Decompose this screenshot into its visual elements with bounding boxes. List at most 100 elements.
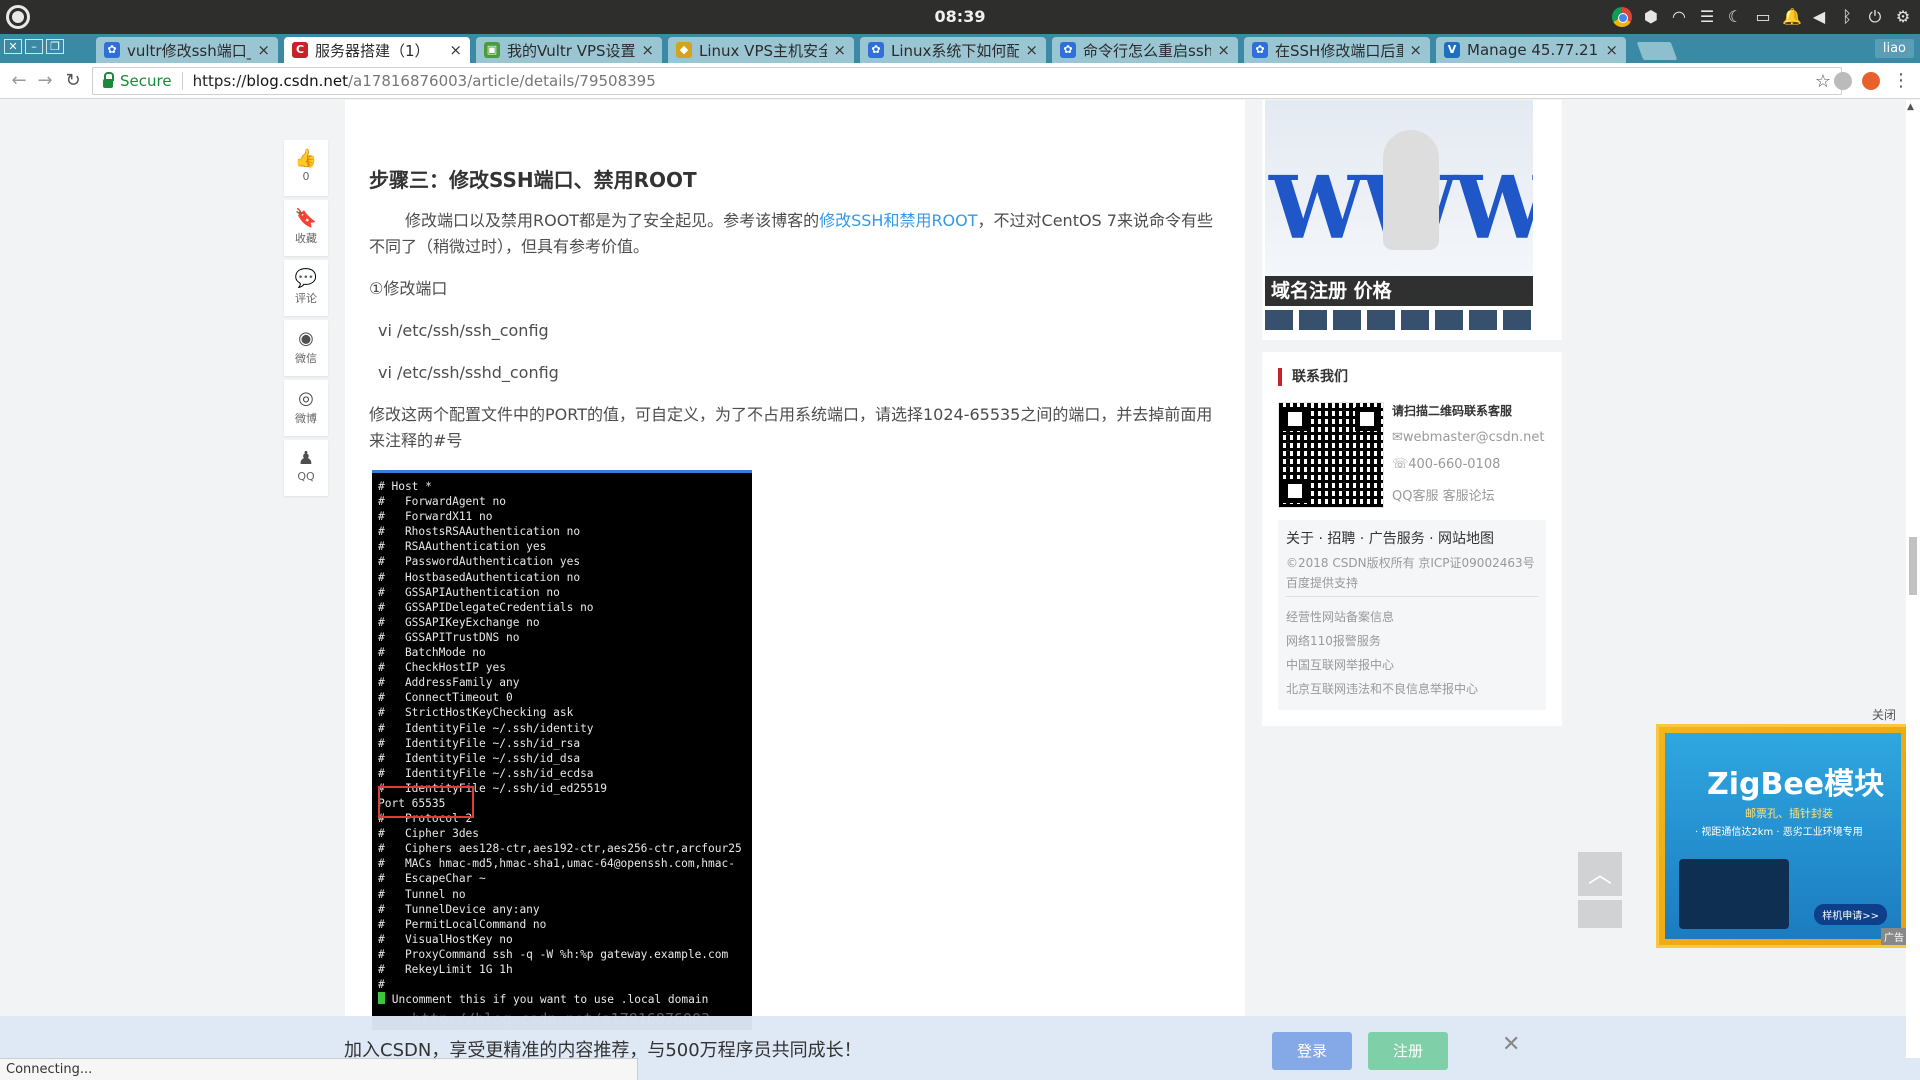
weibo-share-button[interactable]: ◎ 微博	[284, 380, 328, 436]
csdn-icon: C	[292, 42, 308, 58]
moon-icon[interactable]: ☾	[1726, 6, 1744, 28]
bluetooth-icon[interactable]: ᛒ	[1838, 6, 1856, 28]
tab-my-vultr[interactable]: ▣ 我的Vultr VPS设置 ×	[476, 37, 662, 63]
feedback-button[interactable]	[1578, 900, 1622, 928]
page-scrollbar[interactable]: ▲	[1906, 100, 1920, 1058]
tab-vultr-manage[interactable]: V Manage 45.77.218. ×	[1436, 37, 1626, 63]
bell-icon[interactable]: 🔔	[1782, 6, 1802, 28]
power-icon[interactable]: ⏻	[1866, 6, 1884, 28]
tab-server-setup[interactable]: C 服务器搭建（1） ×	[284, 37, 470, 63]
ad-description: · 视距通信达2km · 恶劣工业环境专用	[1695, 827, 1863, 838]
comment-button[interactable]: 💬 评论	[284, 260, 328, 316]
thumbnail[interactable]	[1435, 310, 1463, 330]
baidu-paw-icon: ✿	[1060, 42, 1076, 58]
baidu-paw-icon: ✿	[1252, 42, 1268, 58]
secure-label: Secure	[120, 72, 183, 90]
footer-link[interactable]: 中国互联网举报中心	[1286, 656, 1394, 673]
tab-linux-config[interactable]: ✿ Linux系统下如何配 ×	[860, 37, 1046, 63]
browser-menu-icon[interactable]: ⋮	[1890, 70, 1912, 92]
close-icon[interactable]: ✕	[1502, 1032, 1520, 1057]
back-to-top-button[interactable]: ︿	[1578, 852, 1622, 896]
tab-ssh-port-restart[interactable]: ✿ 在SSH修改端口后重 ×	[1244, 37, 1430, 63]
figure-illustration	[1383, 130, 1439, 250]
thumbnail[interactable]	[1401, 310, 1429, 330]
window-maximize-icon[interactable]: ❐	[46, 39, 64, 54]
extension-icon[interactable]	[1834, 72, 1852, 90]
tab-vultr-ssh[interactable]: ✿ vultr修改ssh端口_i ×	[96, 37, 278, 63]
chevron-up-icon: ︿	[1588, 860, 1612, 888]
scroll-thumb[interactable]	[1909, 537, 1917, 595]
chrome-icon[interactable]	[1612, 7, 1632, 27]
floating-ad[interactable]: ZigBee模块 邮票孔、插针封装 · 视距通信达2km · 恶劣工业环境专用 …	[1656, 724, 1910, 948]
reload-icon[interactable]: ↻	[62, 70, 84, 92]
scroll-up-icon[interactable]: ▲	[1907, 102, 1914, 112]
login-button[interactable]: 登录	[1272, 1032, 1352, 1070]
status-bar: Connecting...	[0, 1058, 638, 1080]
ad-caption: 域名注册 价格	[1265, 276, 1533, 306]
extension-icon[interactable]	[1862, 72, 1880, 90]
tab-close-icon[interactable]: ×	[1409, 41, 1422, 59]
ad-title: ZigBee模块	[1707, 767, 1885, 802]
tab-close-icon[interactable]: ×	[833, 41, 846, 59]
favorite-button[interactable]: 🔖 收藏	[284, 200, 328, 256]
ad-close-button[interactable]: 关闭	[1872, 706, 1896, 723]
footer-link[interactable]: 北京互联网违法和不良信息举报中心	[1286, 680, 1478, 697]
footer-nav[interactable]: 关于 · 招聘 · 广告服务 · 网站地图	[1286, 528, 1494, 548]
shield-icon: ◆	[676, 42, 692, 58]
like-button[interactable]: 👍 0	[284, 140, 328, 196]
system-top-bar: 08:39 ⬢ ◠ ☰ ☾ ▭ 🔔 ◀ ᛒ ⏻ ⚙	[0, 0, 1920, 34]
contact-title: 联系我们	[1278, 368, 1348, 386]
ad-thumbnails	[1265, 310, 1531, 330]
tab-close-icon[interactable]: ×	[449, 41, 462, 59]
settings-icon[interactable]: ⚙	[1894, 6, 1912, 28]
address-bar[interactable]: Secure https://blog.csdn.net/a1781687600…	[92, 67, 1842, 95]
bookmark-star-icon[interactable]: ☆	[1815, 71, 1831, 92]
tab-close-icon[interactable]: ×	[1605, 41, 1618, 59]
tab-close-icon[interactable]: ×	[1025, 41, 1038, 59]
qq-support-link[interactable]: QQ客服	[1392, 489, 1438, 504]
forward-arrow-icon[interactable]: →	[34, 70, 56, 92]
back-arrow-icon[interactable]: ←	[8, 70, 30, 92]
side-toolbar: 👍 0 🔖 收藏 💬 评论 ◉ 微信 ◎ 微博 ♟ QQ	[284, 140, 328, 500]
folder-icon[interactable]: ▭	[1754, 6, 1772, 28]
terminal-cursor	[378, 992, 385, 1005]
module-image	[1679, 859, 1789, 929]
url-scheme: https://	[192, 72, 247, 90]
highlight-box	[378, 786, 474, 818]
sample-request-button[interactable]: 样机申请>>	[1814, 904, 1887, 925]
footer-link[interactable]: 经营性网站备案信息	[1286, 608, 1394, 625]
profile-button[interactable]: liao	[1874, 39, 1914, 58]
terminal-last-line: Uncomment this if you want to use .local…	[372, 992, 752, 1007]
tab-restart-ssh[interactable]: ✿ 命令行怎么重启ssh ×	[1052, 37, 1238, 63]
wifi-icon[interactable]: ◠	[1670, 6, 1688, 28]
weibo-icon: ◎	[298, 388, 314, 409]
forum-link[interactable]: 客服论坛	[1443, 489, 1495, 504]
qq-share-button[interactable]: ♟ QQ	[284, 440, 328, 496]
dropbox-icon[interactable]: ⬢	[1642, 6, 1660, 28]
window-minimize-icon[interactable]: –	[25, 39, 43, 54]
volume-icon[interactable]: ◀	[1810, 6, 1828, 28]
tab-close-icon[interactable]: ×	[1217, 41, 1230, 59]
tab-linux-vps-security[interactable]: ◆ Linux VPS主机安全 ×	[668, 37, 854, 63]
vultr-icon: V	[1444, 42, 1460, 58]
wechat-share-button[interactable]: ◉ 微信	[284, 320, 328, 376]
ad-banner-image[interactable]: WWW 域名注册 价格	[1265, 100, 1533, 306]
tab-close-icon[interactable]: ×	[641, 41, 654, 59]
sidebar-ad[interactable]: WWW 域名注册 价格	[1262, 100, 1562, 340]
thumbnail[interactable]	[1299, 310, 1327, 330]
phone-text: ☏400-660-0108	[1392, 457, 1501, 472]
footer-link[interactable]: 网络110报警服务	[1286, 632, 1381, 649]
tab-close-icon[interactable]: ×	[257, 41, 270, 59]
reference-link[interactable]: 修改SSH和禁用ROOT	[819, 211, 977, 230]
thumbnail[interactable]	[1265, 310, 1293, 330]
window-close-icon[interactable]: ✕	[4, 39, 22, 54]
register-button[interactable]: 注册	[1368, 1032, 1448, 1070]
thumbnail[interactable]	[1469, 310, 1497, 330]
menu-icon[interactable]: ☰	[1698, 6, 1716, 28]
email-link[interactable]: ✉webmaster@csdn.net	[1392, 430, 1545, 445]
thumbnail[interactable]	[1367, 310, 1395, 330]
instruction-paragraph: 修改这两个配置文件中的PORT的值，可自定义，为了不占用系统端口，请选择1024…	[369, 405, 1213, 450]
new-tab-button[interactable]	[1636, 42, 1678, 60]
thumbnail[interactable]	[1333, 310, 1361, 330]
thumbnail[interactable]	[1503, 310, 1531, 330]
